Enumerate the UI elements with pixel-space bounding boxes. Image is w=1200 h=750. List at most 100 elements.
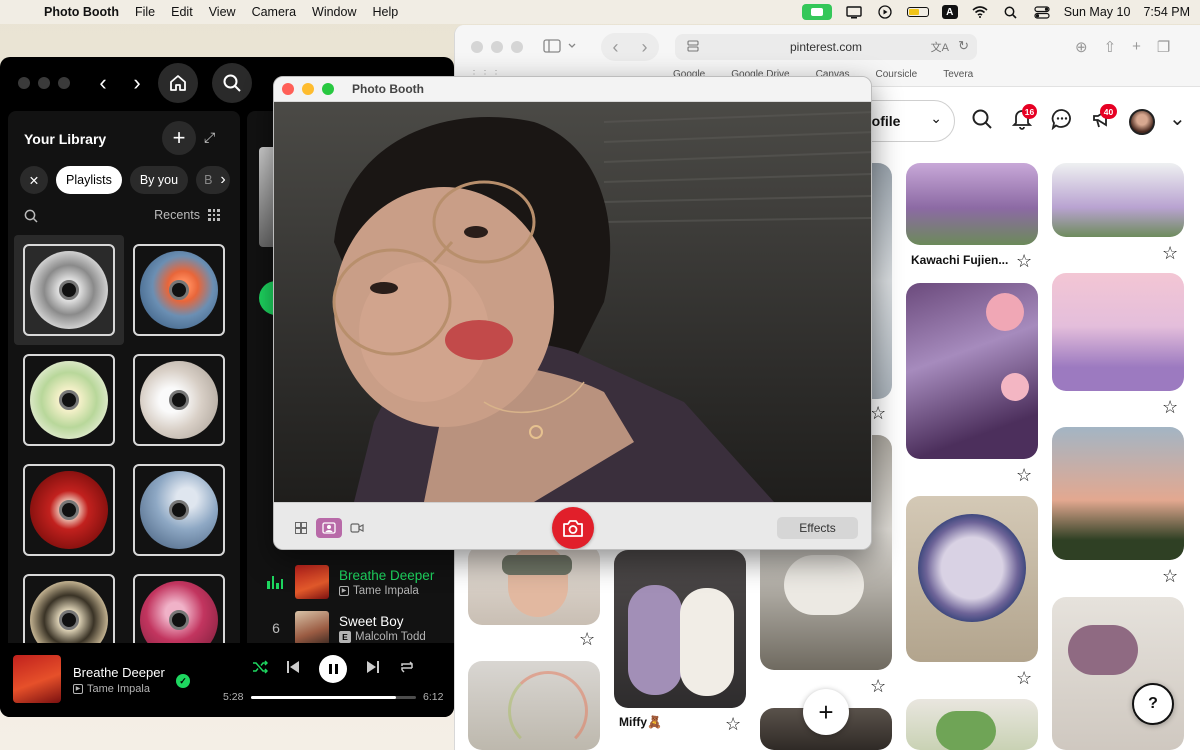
next-track-icon[interactable] <box>366 660 380 678</box>
now-playing-artist[interactable]: Tame Impala <box>87 683 150 695</box>
menu-view[interactable]: View <box>201 5 244 19</box>
display-icon[interactable] <box>845 5 863 19</box>
forward-chevron-icon[interactable]: › <box>124 70 150 96</box>
input-source-icon[interactable]: A <box>941 5 958 19</box>
help-button[interactable]: ? <box>1132 683 1174 725</box>
create-pin-button[interactable]: + <box>803 689 849 735</box>
save-star-icon[interactable]: ☆ <box>870 403 886 424</box>
pin-card[interactable] <box>906 699 1038 750</box>
new-tab-icon[interactable]: + <box>1132 38 1141 56</box>
minimize-window-button[interactable] <box>302 83 314 95</box>
menu-camera[interactable]: Camera <box>244 5 304 19</box>
pin-card[interactable] <box>1052 427 1184 560</box>
zoom-window-button[interactable] <box>511 41 523 53</box>
effects-button[interactable]: Effects <box>777 517 858 539</box>
save-star-icon[interactable]: ☆ <box>1162 397 1178 418</box>
previous-track-icon[interactable] <box>286 660 300 678</box>
save-star-icon[interactable]: ☆ <box>1016 465 1032 486</box>
saved-check-icon[interactable]: ✓ <box>176 674 190 688</box>
pin-card[interactable] <box>468 545 600 625</box>
save-star-icon[interactable]: ☆ <box>1016 251 1032 272</box>
control-center-icon[interactable] <box>1033 5 1051 19</box>
menu-window[interactable]: Window <box>304 5 364 19</box>
save-star-icon[interactable]: ☆ <box>725 714 741 735</box>
reload-icon[interactable]: ↻ <box>958 38 969 54</box>
chip-playlists[interactable]: Playlists <box>56 166 122 194</box>
pin-card[interactable] <box>1052 273 1184 391</box>
single-photo-mode-icon[interactable] <box>316 518 342 538</box>
save-star-icon[interactable]: ☆ <box>1016 668 1032 689</box>
clock-time[interactable]: 7:54 PM <box>1143 5 1190 19</box>
chip-by-you[interactable]: By you <box>129 166 189 194</box>
pause-button[interactable] <box>319 655 347 683</box>
library-item[interactable] <box>14 235 124 345</box>
library-item[interactable] <box>14 455 124 565</box>
menu-file[interactable]: File <box>127 5 163 19</box>
messages-icon[interactable] <box>1051 108 1073 136</box>
menu-help[interactable]: Help <box>365 5 407 19</box>
spotify-search-button[interactable] <box>212 63 252 103</box>
now-playing-icon[interactable] <box>876 5 894 19</box>
video-mode-icon[interactable] <box>344 518 370 538</box>
now-playing-art[interactable] <box>13 655 61 703</box>
clear-filter-button[interactable]: ✕ <box>20 166 48 194</box>
address-bar[interactable]: pinterest.com 文A ↻ <box>675 34 977 60</box>
save-star-icon[interactable]: ☆ <box>579 629 595 650</box>
save-star-icon[interactable]: ☆ <box>870 676 886 697</box>
forward-chevron-icon[interactable]: › <box>642 37 648 58</box>
take-photo-button[interactable] <box>552 507 594 549</box>
pin-card[interactable] <box>468 661 600 750</box>
wifi-icon[interactable] <box>971 5 989 19</box>
spotlight-search-icon[interactable] <box>1002 5 1020 19</box>
site-settings-icon[interactable] <box>687 40 699 55</box>
close-window-button[interactable] <box>282 83 294 95</box>
playback-progress-bar[interactable] <box>251 696 416 699</box>
minimize-window-button[interactable] <box>491 41 503 53</box>
menu-app-name[interactable]: Photo Booth <box>36 5 127 19</box>
zoom-window-button[interactable] <box>322 83 334 95</box>
avatar[interactable] <box>1129 109 1155 135</box>
pin-card[interactable] <box>906 163 1038 245</box>
chip-truncated[interactable]: B › <box>196 166 230 194</box>
pin-card[interactable] <box>906 496 1038 662</box>
repeat-icon[interactable] <box>399 660 415 678</box>
library-item[interactable] <box>124 455 234 565</box>
tab-overview-icon[interactable]: ❐ <box>1157 38 1170 56</box>
translate-icon[interactable]: 文A <box>931 39 949 55</box>
shuffle-icon[interactable] <box>252 660 269 678</box>
camera-in-use-icon[interactable] <box>801 4 832 20</box>
now-playing-title[interactable]: Breathe Deeper <box>73 665 165 680</box>
clock-date[interactable]: Sun May 10 <box>1064 5 1131 19</box>
library-search-icon[interactable] <box>24 209 38 226</box>
close-window-button[interactable] <box>18 77 30 89</box>
accounts-chevron-icon[interactable]: ⌄ <box>1169 106 1186 131</box>
pin-caption[interactable]: Kawachi Fujien... <box>911 253 1008 267</box>
four-up-mode-icon[interactable] <box>288 518 314 538</box>
library-item[interactable] <box>14 345 124 455</box>
pin-caption[interactable]: Miffy🧸 <box>619 715 662 729</box>
downloads-icon[interactable]: ⊕ <box>1075 38 1088 56</box>
save-star-icon[interactable]: ☆ <box>1162 243 1178 264</box>
menu-edit[interactable]: Edit <box>163 5 201 19</box>
save-star-icon[interactable]: ☆ <box>1162 566 1178 587</box>
sort-recents[interactable]: Recents <box>154 208 220 222</box>
library-item[interactable] <box>124 345 234 455</box>
pin-card[interactable] <box>1052 597 1184 750</box>
library-item[interactable] <box>124 235 234 345</box>
pinterest-search-icon[interactable] <box>971 108 993 136</box>
favorite-tevera[interactable]: Tevera <box>943 69 973 80</box>
favorite-coursicle[interactable]: Coursicle <box>876 69 918 80</box>
battery-icon[interactable] <box>906 7 929 17</box>
pin-card[interactable] <box>1052 163 1184 237</box>
pin-card[interactable] <box>906 283 1038 459</box>
home-button[interactable] <box>158 63 198 103</box>
chips-next-chevron-icon[interactable]: › <box>220 171 225 189</box>
zoom-window-button[interactable] <box>58 77 70 89</box>
back-chevron-icon[interactable]: ‹ <box>90 70 116 96</box>
expand-icon[interactable]: ⤢ <box>204 129 215 146</box>
back-chevron-icon[interactable]: ‹ <box>613 37 619 58</box>
pin-card[interactable] <box>614 550 746 708</box>
sidebar-toggle-icon[interactable] <box>543 38 577 59</box>
minimize-window-button[interactable] <box>38 77 50 89</box>
track-row[interactable]: 6 Sweet Boy E Malcolm Todd <box>267 611 426 645</box>
